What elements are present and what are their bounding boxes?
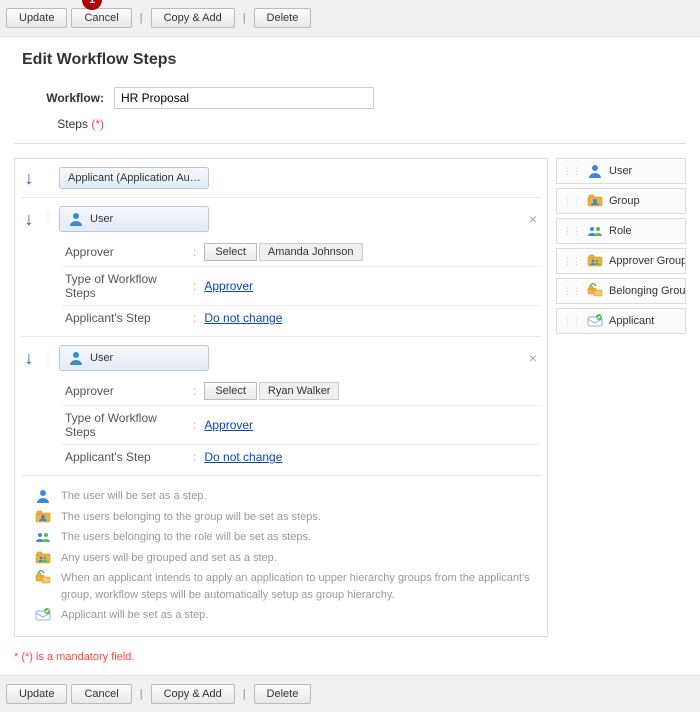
mandatory-note: * (*) is a mandatory field. bbox=[14, 647, 548, 669]
approver-label: Approver bbox=[65, 384, 185, 398]
update-button[interactable]: Update bbox=[6, 684, 67, 704]
palette-item-group[interactable]: ⋮⋮Group bbox=[556, 188, 686, 214]
top-toolbar: 1 Update Cancel | Copy & Add | Delete bbox=[0, 0, 700, 37]
toolbar-separator: | bbox=[136, 12, 147, 24]
step-block: ↓ ⋮⋮ User × Approver : bbox=[21, 343, 541, 476]
palette-item-user[interactable]: ⋮⋮User bbox=[556, 158, 686, 184]
drag-handle-icon: ⋮⋮ bbox=[563, 256, 581, 267]
arrow-down-icon: ↓ bbox=[21, 348, 37, 369]
delete-button[interactable]: Delete bbox=[254, 8, 312, 28]
palette-item-approver-group[interactable]: ⋮⋮Approver Group bbox=[556, 248, 686, 274]
applicant-step-label: Applicant's Step bbox=[65, 450, 185, 464]
workflow-input[interactable] bbox=[114, 87, 374, 109]
legend: The user will be set as a step. The user… bbox=[21, 482, 541, 630]
applicant-icon bbox=[587, 313, 603, 329]
toolbar-separator: | bbox=[136, 688, 147, 700]
palette: ⋮⋮User ⋮⋮Group ⋮⋮Role ⋮⋮Approver Group ⋮… bbox=[556, 158, 686, 669]
step-block: ↓ ⋮⋮ User × Approver : bbox=[21, 204, 541, 337]
steps-panel: ↓ Applicant (Application Au… ↓ ⋮⋮ bbox=[14, 158, 548, 637]
select-approver-button[interactable]: Select bbox=[204, 382, 257, 400]
arrow-down-icon: ↓ bbox=[21, 209, 37, 230]
drag-handle-icon[interactable]: ⋮⋮ bbox=[43, 353, 53, 364]
step-chip-user[interactable]: User bbox=[59, 206, 209, 232]
drag-handle-icon[interactable]: ⋮⋮ bbox=[43, 214, 53, 225]
role-icon bbox=[35, 529, 51, 545]
remove-step-icon[interactable]: × bbox=[529, 350, 537, 366]
palette-item-belonging-group[interactable]: ⋮⋮Belonging Grou… bbox=[556, 278, 686, 304]
remove-step-icon[interactable]: × bbox=[529, 211, 537, 227]
drag-handle-icon: ⋮⋮ bbox=[563, 286, 581, 297]
role-icon bbox=[587, 223, 603, 239]
drag-handle-icon: ⋮⋮ bbox=[563, 226, 581, 237]
group-icon bbox=[35, 509, 51, 525]
cancel-button[interactable]: Cancel bbox=[71, 684, 131, 704]
approver-group-icon bbox=[35, 550, 51, 566]
palette-item-role[interactable]: ⋮⋮Role bbox=[556, 218, 686, 244]
step-chip-user[interactable]: User bbox=[59, 345, 209, 371]
group-icon bbox=[587, 193, 603, 209]
step-chip-applicant[interactable]: Applicant (Application Au… bbox=[59, 167, 209, 189]
drag-handle-icon: ⋮⋮ bbox=[563, 316, 581, 327]
belonging-group-icon bbox=[587, 283, 603, 299]
applicant-icon bbox=[35, 607, 51, 623]
toolbar-separator: | bbox=[239, 688, 250, 700]
drag-handle-icon: ⋮⋮ bbox=[563, 166, 581, 177]
user-icon bbox=[587, 163, 603, 179]
type-link[interactable]: Approver bbox=[204, 279, 253, 293]
delete-button[interactable]: Delete bbox=[254, 684, 312, 704]
toolbar-separator: | bbox=[239, 12, 250, 24]
workflow-label: Workflow: bbox=[14, 91, 114, 105]
type-label: Type of Workflow Steps bbox=[65, 411, 185, 439]
drag-handle-icon: ⋮⋮ bbox=[563, 196, 581, 207]
applicant-step-link[interactable]: Do not change bbox=[204, 450, 282, 464]
arrow-down-icon: ↓ bbox=[21, 168, 37, 189]
approver-group-icon bbox=[587, 253, 603, 269]
user-icon bbox=[35, 488, 51, 504]
type-label: Type of Workflow Steps bbox=[65, 272, 185, 300]
approver-value: Ryan Walker bbox=[259, 382, 340, 400]
type-link[interactable]: Approver bbox=[204, 418, 253, 432]
cancel-button[interactable]: Cancel bbox=[71, 8, 131, 28]
approver-label: Approver bbox=[65, 245, 185, 259]
step-block: ↓ Applicant (Application Au… bbox=[21, 165, 541, 198]
applicant-step-link[interactable]: Do not change bbox=[204, 311, 282, 325]
update-button[interactable]: Update bbox=[6, 8, 67, 28]
applicant-step-label: Applicant's Step bbox=[65, 311, 185, 325]
steps-label: Steps (*) bbox=[14, 117, 114, 131]
select-approver-button[interactable]: Select bbox=[204, 243, 257, 261]
user-icon bbox=[68, 350, 84, 366]
bottom-toolbar: Update Cancel | Copy & Add | Delete bbox=[0, 675, 700, 712]
page-title: Edit Workflow Steps bbox=[22, 51, 686, 69]
copy-add-button[interactable]: Copy & Add bbox=[151, 8, 235, 28]
copy-add-button[interactable]: Copy & Add bbox=[151, 684, 235, 704]
belonging-group-icon bbox=[35, 570, 51, 586]
user-icon bbox=[68, 211, 84, 227]
palette-item-applicant[interactable]: ⋮⋮Applicant bbox=[556, 308, 686, 334]
approver-value: Amanda Johnson bbox=[259, 243, 363, 261]
